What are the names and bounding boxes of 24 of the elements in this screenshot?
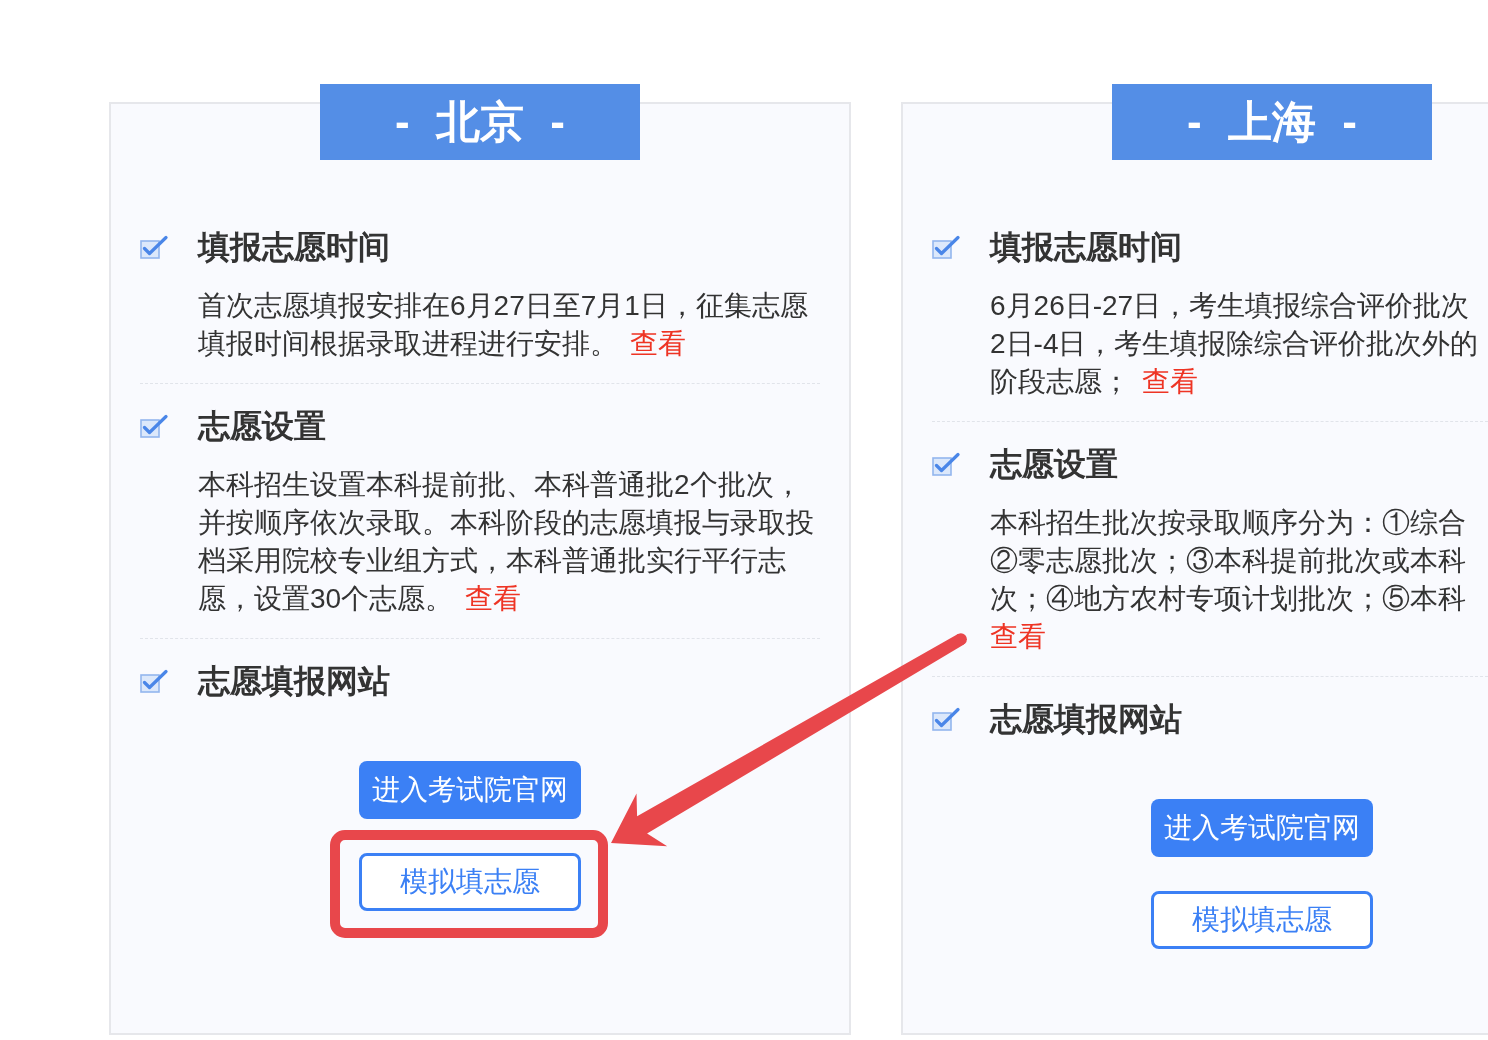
section-text: ②零志愿批次；③本科提前批次或本科	[990, 544, 1466, 578]
view-link[interactable]: 查看	[1142, 366, 1198, 397]
section-text: 次；④地方农村专项计划批次；⑤本科	[990, 582, 1466, 616]
section-text: 阶段志愿； 查看	[990, 365, 1198, 399]
section-text: 本科招生批次按录取顺序分为：①综合	[990, 506, 1466, 540]
outline-button[interactable]: 模拟填志愿	[359, 853, 581, 911]
section-text: 6月26日-27日，考生填报综合评价批次	[990, 289, 1470, 323]
view-link[interactable]: 查看	[465, 583, 522, 614]
section-text: 首次志愿填报安排在6月27日至7月1日，征集志愿填报时间根据录取进程进行安排。 查看	[198, 289, 809, 361]
section-heading: 志愿设置	[990, 445, 1118, 484]
filled-button[interactable]: 进入考试院官网	[359, 761, 581, 819]
view-link[interactable]: 查看	[990, 621, 1046, 652]
section-heading: 填报志愿时间	[198, 228, 390, 267]
view-link[interactable]: 查看	[630, 328, 686, 359]
section-text: 本科招生设置本科提前批、本科普通批2个批次，并按顺序依次录取。本科阶段的志愿填报与录取投档采用院校专业组方式，本科普通批实行平行志愿，设置30个志愿。 查看	[198, 468, 815, 616]
filled-button[interactable]: 进入考试院官网	[1151, 799, 1373, 857]
section-text: 2日-4日，考生填报除综合评价批次外的	[990, 327, 1479, 361]
city-banner: - 北京 -	[320, 84, 640, 160]
outline-button[interactable]: 模拟填志愿	[1151, 891, 1373, 949]
section-heading: 志愿填报网站	[198, 662, 390, 701]
city-banner: - 上海 -	[1112, 84, 1432, 160]
section-heading: 志愿填报网站	[990, 700, 1182, 739]
section-heading: 志愿设置	[198, 407, 326, 446]
section-heading: 填报志愿时间	[990, 228, 1182, 267]
